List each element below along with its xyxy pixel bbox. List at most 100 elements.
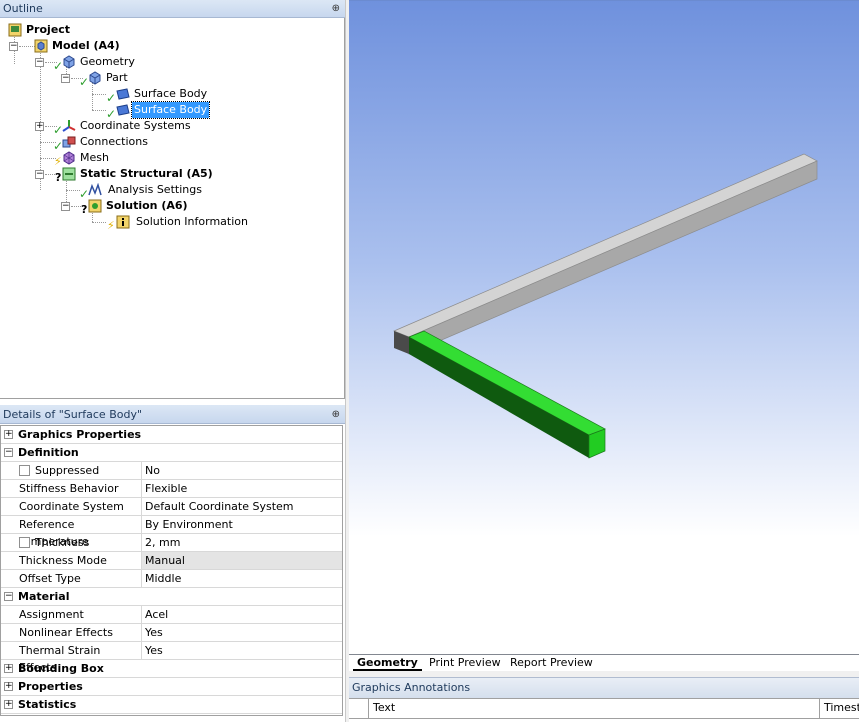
stiffness-behavior-value[interactable]: Flexible xyxy=(142,480,342,497)
tree-label: Project xyxy=(26,23,71,36)
row-reference-temperature[interactable]: Reference Temperature By Environment xyxy=(1,516,342,548)
expand-icon[interactable]: + xyxy=(4,430,13,439)
surface-body-icon xyxy=(116,104,130,116)
project-icon xyxy=(8,23,22,37)
row-suppressed[interactable]: Suppressed No xyxy=(1,462,342,480)
info-icon xyxy=(116,215,130,229)
assignment-value[interactable]: Acel xyxy=(142,606,342,623)
tree-item-static-structural[interactable]: Static Structural (A5) xyxy=(62,166,215,182)
tree-item-part[interactable]: Part xyxy=(88,70,130,86)
tree-label: Part xyxy=(106,71,128,84)
surface-body-icon xyxy=(116,88,130,100)
thermal-strain-effects-value[interactable]: Yes xyxy=(142,642,342,659)
tree-item-mesh[interactable]: Mesh xyxy=(62,150,111,166)
tree-item-model[interactable]: Model (A4) xyxy=(34,38,122,54)
reference-temperature-value[interactable]: By Environment xyxy=(142,516,342,533)
tree-label: Solution Information xyxy=(136,215,248,228)
collapse-icon[interactable]: − xyxy=(9,42,18,51)
details-grid: + Graphics Properties − Definition Suppr… xyxy=(0,425,343,716)
coordinate-system-value[interactable]: Default Coordinate System xyxy=(142,498,342,515)
tree-label: Model (A4) xyxy=(52,39,120,52)
green-beam-front xyxy=(409,337,589,458)
thickness-value[interactable]: 2, mm xyxy=(142,534,342,551)
tree-item-surface-body[interactable]: Surface Body xyxy=(116,86,209,102)
coordinate-axes-icon xyxy=(62,120,76,132)
outline-title: Outline xyxy=(3,2,43,15)
pin-icon[interactable]: ⊕ xyxy=(332,405,340,424)
row-thickness[interactable]: Thickness 2, mm xyxy=(1,534,342,552)
tab-report-preview[interactable]: Report Preview xyxy=(506,655,597,671)
tree-label: Mesh xyxy=(80,151,109,164)
details-title: Details of "Surface Body" xyxy=(3,408,143,421)
section-properties[interactable]: + Properties xyxy=(1,678,342,696)
expand-icon[interactable]: + xyxy=(4,664,13,673)
details-header: Details of "Surface Body" ⊕ xyxy=(0,405,345,424)
section-material[interactable]: − Material xyxy=(1,588,342,606)
view-tabs: Geometry Print Preview Report Preview xyxy=(349,654,859,671)
expand-icon[interactable]: + xyxy=(4,700,13,709)
row-offset-type[interactable]: Offset Type Middle xyxy=(1,570,342,588)
static-structural-icon xyxy=(62,167,76,181)
collapse-icon[interactable]: − xyxy=(35,58,44,67)
annotations-header: Graphics Annotations xyxy=(349,677,859,698)
section-definition[interactable]: − Definition xyxy=(1,444,342,462)
tree-item-coordinate-systems[interactable]: Coordinate Systems xyxy=(62,118,193,134)
analysis-settings-icon xyxy=(88,183,102,196)
row-assignment[interactable]: Assignment Acel xyxy=(1,606,342,624)
row-thickness-mode[interactable]: Thickness Mode Manual xyxy=(1,552,342,570)
tab-print-preview[interactable]: Print Preview xyxy=(425,655,505,671)
connections-icon xyxy=(62,136,76,148)
solution-icon xyxy=(88,199,102,213)
tab-geometry[interactable]: Geometry xyxy=(353,655,422,671)
suppressed-value[interactable]: No xyxy=(142,462,342,479)
tree-label: Solution (A6) xyxy=(106,199,188,212)
suppressed-checkbox[interactable] xyxy=(19,465,30,476)
lightning-icon: ⚡ xyxy=(54,155,62,168)
tree-item-surface-body-selected[interactable]: Surface Body xyxy=(116,101,211,119)
section-bounding-box[interactable]: + Bounding Box xyxy=(1,660,342,678)
tree-item-project[interactable]: Project xyxy=(8,22,72,38)
tree-item-connections[interactable]: Connections xyxy=(62,134,150,150)
expand-icon[interactable]: + xyxy=(35,122,44,131)
nonlinear-effects-value[interactable]: Yes xyxy=(142,624,342,641)
collapse-icon[interactable]: − xyxy=(35,170,44,179)
left-panel: Outline ⊕ Project − Model (A4) − ✓ Geome… xyxy=(0,0,345,722)
collapse-icon[interactable]: − xyxy=(4,448,13,457)
tree-label: Connections xyxy=(80,135,148,148)
tree-item-solution[interactable]: Solution (A6) xyxy=(88,198,190,214)
question-icon: ? xyxy=(55,171,62,184)
thickness-checkbox[interactable] xyxy=(19,537,30,548)
section-statistics[interactable]: + Statistics xyxy=(1,696,342,714)
green-beam-top xyxy=(408,330,606,436)
gray-beam-top xyxy=(393,153,818,338)
outline-header: Outline ⊕ xyxy=(0,0,345,18)
model-graphics xyxy=(393,153,818,459)
tree-label: Analysis Settings xyxy=(108,183,202,196)
row-stiffness-behavior[interactable]: Stiffness Behavior Flexible xyxy=(1,480,342,498)
offset-type-value[interactable]: Middle xyxy=(142,570,342,587)
section-graphics-properties[interactable]: + Graphics Properties xyxy=(1,426,342,444)
column-header-text[interactable]: Text xyxy=(369,699,820,719)
geometry-icon xyxy=(63,55,75,69)
mesh-icon xyxy=(63,151,75,165)
collapse-icon[interactable]: − xyxy=(61,202,70,211)
graphics-viewport[interactable] xyxy=(349,0,859,654)
collapse-icon[interactable]: − xyxy=(61,74,70,83)
column-header-timestamp[interactable]: Timest xyxy=(820,699,859,719)
question-icon: ? xyxy=(81,203,88,216)
thickness-mode-value[interactable]: Manual xyxy=(142,552,342,569)
collapse-icon[interactable]: − xyxy=(4,592,13,601)
outline-tree: Project − Model (A4) − ✓ Geometry − ✓ Pa… xyxy=(0,18,345,399)
tree-label: Coordinate Systems xyxy=(80,119,191,132)
gray-beam-front xyxy=(408,160,818,355)
tree-item-solution-information[interactable]: Solution Information xyxy=(116,214,250,230)
pin-icon[interactable]: ⊕ xyxy=(332,0,340,18)
model-icon xyxy=(34,39,48,53)
tree-item-geometry[interactable]: Geometry xyxy=(62,54,137,70)
row-thermal-strain-effects[interactable]: Thermal Strain Effects Yes xyxy=(1,642,342,674)
row-nonlinear-effects[interactable]: Nonlinear Effects Yes xyxy=(1,624,342,642)
annotations-title: Graphics Annotations xyxy=(352,681,471,694)
tree-item-analysis-settings[interactable]: Analysis Settings xyxy=(88,182,204,198)
expand-icon[interactable]: + xyxy=(4,682,13,691)
row-coordinate-system[interactable]: Coordinate System Default Coordinate Sys… xyxy=(1,498,342,516)
